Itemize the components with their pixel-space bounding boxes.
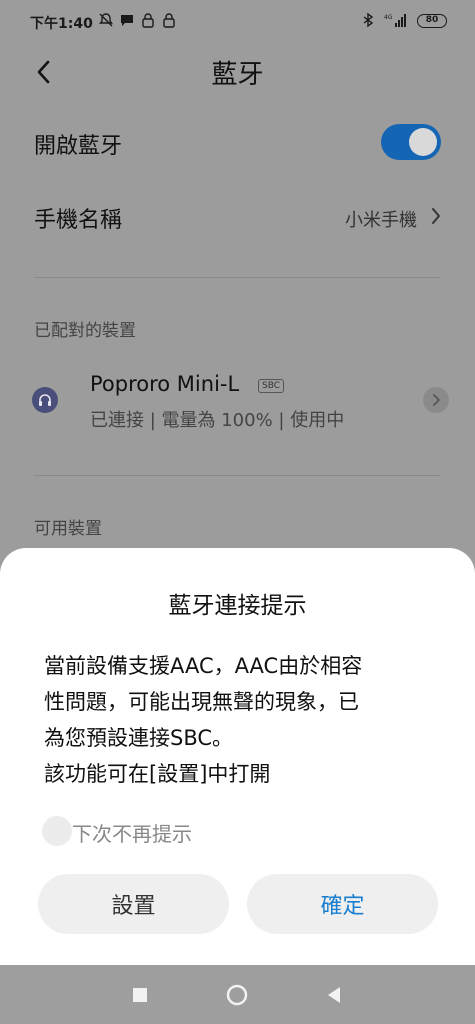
codec-badge: SBC (258, 379, 285, 393)
device-status: 已連接 | 電量為 100% | 使用中 (90, 410, 345, 431)
bluetooth-switch[interactable] (381, 124, 441, 160)
top-bar: 藍牙 (0, 44, 475, 100)
dialog-title: 藍牙連接提示 (168, 593, 307, 619)
device-name-row[interactable]: 手機名稱 小米手機 (0, 196, 475, 236)
headphones-icon (32, 387, 58, 413)
bluetooth-connection-dialog: 藍牙連接提示 當前設備支援AAC，AAC由於相容 性問題，可能出現無聲的現象，已… (0, 548, 475, 965)
square-icon (133, 988, 147, 1002)
divider (34, 475, 441, 476)
home-button[interactable] (225, 983, 249, 1007)
device-detail-button[interactable] (423, 387, 449, 413)
back-nav-button[interactable] (322, 983, 346, 1007)
paired-device-row[interactable]: Poproro Mini-L SBC 已連接 | 電量為 100% | 使用中 (0, 368, 475, 434)
dialog-message: 當前設備支援AAC，AAC由於相容 性問題，可能出現無聲的現象，已 為您預設連接… (44, 648, 435, 792)
chevron-right-icon (432, 208, 440, 224)
recents-button[interactable] (128, 983, 152, 1007)
status-time: 下午1:40 (30, 16, 93, 32)
status-bar: 下午1:40 4G 80 (0, 0, 475, 44)
bluetooth-toggle-label: 開啟藍牙 (34, 134, 123, 159)
chevron-right-icon (433, 394, 440, 406)
switch-knob (409, 128, 437, 156)
dialog-message-line: 為您預設連接SBC。 (44, 726, 234, 750)
svg-text:4G: 4G (384, 14, 393, 21)
dont-show-again-label: 下次不再提示 (72, 822, 192, 846)
dialog-message-line: 性問題，可能出現無聲的現象，已 (44, 690, 359, 714)
triangle-back-icon (328, 987, 340, 1003)
dialog-message-line: 該功能可在[設置]中打開 (44, 762, 271, 786)
navigation-bar (0, 965, 475, 1024)
mute-bell-icon (99, 13, 113, 27)
circle-icon (226, 984, 248, 1006)
chat-bubble-icon (121, 15, 133, 26)
bluetooth-status-icon (363, 12, 374, 28)
device-name: Poproro Mini-L (90, 372, 240, 396)
divider (34, 277, 441, 278)
confirm-button[interactable]: 確定 (247, 874, 438, 934)
signal-icon: 4G (384, 14, 406, 27)
battery-indicator: 80 (417, 14, 447, 28)
settings-button[interactable]: 設置 (38, 874, 229, 934)
bluetooth-toggle-row[interactable]: 開啟藍牙 (0, 122, 475, 162)
lock-icon (142, 13, 154, 28)
device-name-value: 小米手機 (345, 210, 417, 231)
page-title: 藍牙 (211, 60, 264, 90)
device-name-label: 手機名稱 (34, 208, 123, 233)
paired-devices-header: 已配對的裝置 (34, 321, 136, 341)
available-devices-header: 可用裝置 (34, 519, 102, 539)
dont-show-again-checkbox[interactable] (42, 816, 72, 846)
lock-icon (163, 13, 175, 28)
dialog-message-line: 當前設備支援AAC，AAC由於相容 (44, 654, 363, 678)
